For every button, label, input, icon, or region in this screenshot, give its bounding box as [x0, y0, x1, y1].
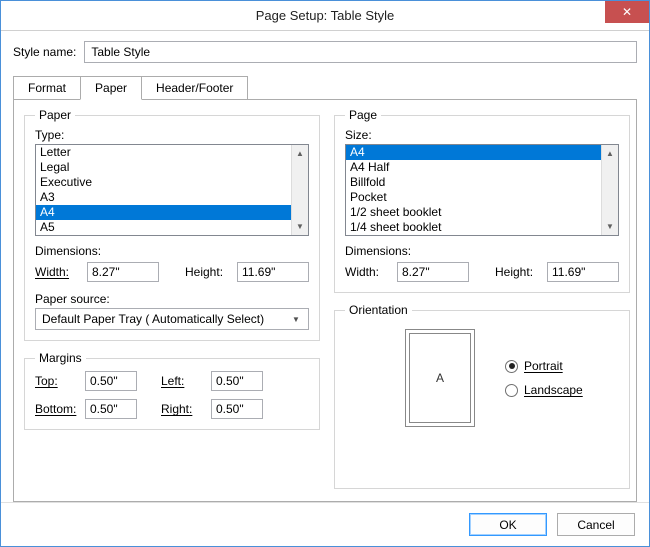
close-icon: ✕	[622, 5, 632, 19]
page-dimensions-label: Dimensions:	[345, 244, 619, 258]
page-size-label: Size:	[345, 128, 619, 142]
page-group: Page Size: A4A4 HalfBillfoldPocket1/2 sh…	[334, 108, 630, 293]
list-item[interactable]: 1/2 sheet booklet	[346, 205, 601, 220]
scrollbar[interactable]: ▲ ▼	[601, 145, 618, 235]
dialog-footer: OK Cancel	[1, 502, 649, 546]
style-name-label: Style name:	[13, 45, 76, 59]
radio-icon	[505, 384, 518, 397]
paper-source-label: Paper source:	[35, 292, 309, 306]
tab-paper[interactable]: Paper	[80, 76, 142, 100]
list-item[interactable]: Legal	[36, 160, 291, 175]
paper-source-combo[interactable]: Default Paper Tray ( Automatically Selec…	[35, 308, 309, 330]
paper-type-listbox[interactable]: LetterLegalExecutiveA3A4A5 ▲ ▼	[35, 144, 309, 236]
page-dimensions-row: Width: Height:	[345, 262, 619, 282]
titlebar: Page Setup: Table Style ✕	[1, 1, 649, 31]
margin-right-label: Right:	[161, 402, 211, 416]
cancel-button[interactable]: Cancel	[557, 513, 635, 536]
margin-right-input[interactable]	[211, 399, 263, 419]
dialog-content: Style name: Format Paper Header/Footer P…	[1, 31, 649, 502]
orientation-landscape-label: Landscape	[524, 383, 583, 397]
scroll-track[interactable]	[602, 162, 618, 218]
tab-headerfooter[interactable]: Header/Footer	[141, 76, 248, 100]
style-name-input[interactable]	[84, 41, 637, 63]
list-item[interactable]: A5	[36, 220, 291, 235]
list-item[interactable]: Pocket	[346, 190, 601, 205]
margin-left-input[interactable]	[211, 371, 263, 391]
orientation-portrait-radio[interactable]: Portrait	[505, 359, 583, 373]
page-preview-letter: A	[436, 371, 444, 385]
page-width-input[interactable]	[397, 262, 469, 282]
paper-dimensions-row: Width: Height:	[35, 262, 309, 282]
page-width-label: Width:	[345, 265, 391, 279]
chevron-down-icon: ▼	[288, 315, 304, 324]
paper-source-value: Default Paper Tray ( Automatically Selec…	[42, 312, 264, 326]
page-height-label: Height:	[495, 265, 541, 279]
paper-height-label: Height:	[185, 265, 231, 279]
dialog-window: Page Setup: Table Style ✕ Style name: Fo…	[0, 0, 650, 547]
margin-left-label: Left:	[161, 374, 211, 388]
scroll-up-icon[interactable]: ▲	[602, 145, 618, 162]
tab-pane-paper: Paper Type: LetterLegalExecutiveA3A4A5 ▲…	[13, 99, 637, 502]
page-preview: A	[405, 329, 475, 427]
page-size-listbox[interactable]: A4A4 HalfBillfoldPocket1/2 sheet booklet…	[345, 144, 619, 236]
list-item[interactable]: A3	[36, 190, 291, 205]
margin-top-label: Top:	[35, 374, 85, 388]
scroll-down-icon[interactable]: ▼	[602, 218, 618, 235]
scroll-track[interactable]	[292, 162, 308, 218]
orientation-landscape-radio[interactable]: Landscape	[505, 383, 583, 397]
left-column: Paper Type: LetterLegalExecutiveA3A4A5 ▲…	[24, 108, 320, 489]
paper-height-input[interactable]	[237, 262, 309, 282]
list-item[interactable]: A4 Half	[346, 160, 601, 175]
paper-width-label: Width:	[35, 265, 69, 279]
tabs: Format Paper Header/Footer	[13, 75, 637, 99]
list-item[interactable]: Executive	[36, 175, 291, 190]
paper-group: Paper Type: LetterLegalExecutiveA3A4A5 ▲…	[24, 108, 320, 341]
margins-legend: Margins	[35, 351, 86, 365]
margin-bottom-input[interactable]	[85, 399, 137, 419]
close-button[interactable]: ✕	[605, 1, 649, 23]
list-item[interactable]: A4	[36, 205, 291, 220]
style-name-row: Style name:	[13, 41, 637, 63]
ok-button[interactable]: OK	[469, 513, 547, 536]
page-legend: Page	[345, 108, 381, 122]
orientation-group: Orientation A Portrait La	[334, 303, 630, 489]
page-height-input[interactable]	[547, 262, 619, 282]
margin-bottom-label: Bottom:	[35, 402, 85, 416]
margin-top-input[interactable]	[85, 371, 137, 391]
radio-icon	[505, 360, 518, 373]
scroll-down-icon[interactable]: ▼	[292, 218, 308, 235]
list-item[interactable]: A4	[346, 145, 601, 160]
tab-format[interactable]: Format	[13, 76, 81, 100]
list-item[interactable]: Letter	[36, 145, 291, 160]
scrollbar[interactable]: ▲ ▼	[291, 145, 308, 235]
right-column: Page Size: A4A4 HalfBillfoldPocket1/2 sh…	[334, 108, 630, 489]
margins-group: Margins Top: Left: Bottom: Right:	[24, 351, 320, 430]
orientation-portrait-label: Portrait	[524, 359, 563, 373]
scroll-up-icon[interactable]: ▲	[292, 145, 308, 162]
paper-type-label: Type:	[35, 128, 309, 142]
orientation-legend: Orientation	[345, 303, 412, 317]
paper-dimensions-label: Dimensions:	[35, 244, 309, 258]
window-title: Page Setup: Table Style	[1, 8, 649, 23]
list-item[interactable]: Billfold	[346, 175, 601, 190]
list-item[interactable]: 1/4 sheet booklet	[346, 220, 601, 235]
paper-width-input[interactable]	[87, 262, 159, 282]
paper-legend: Paper	[35, 108, 75, 122]
